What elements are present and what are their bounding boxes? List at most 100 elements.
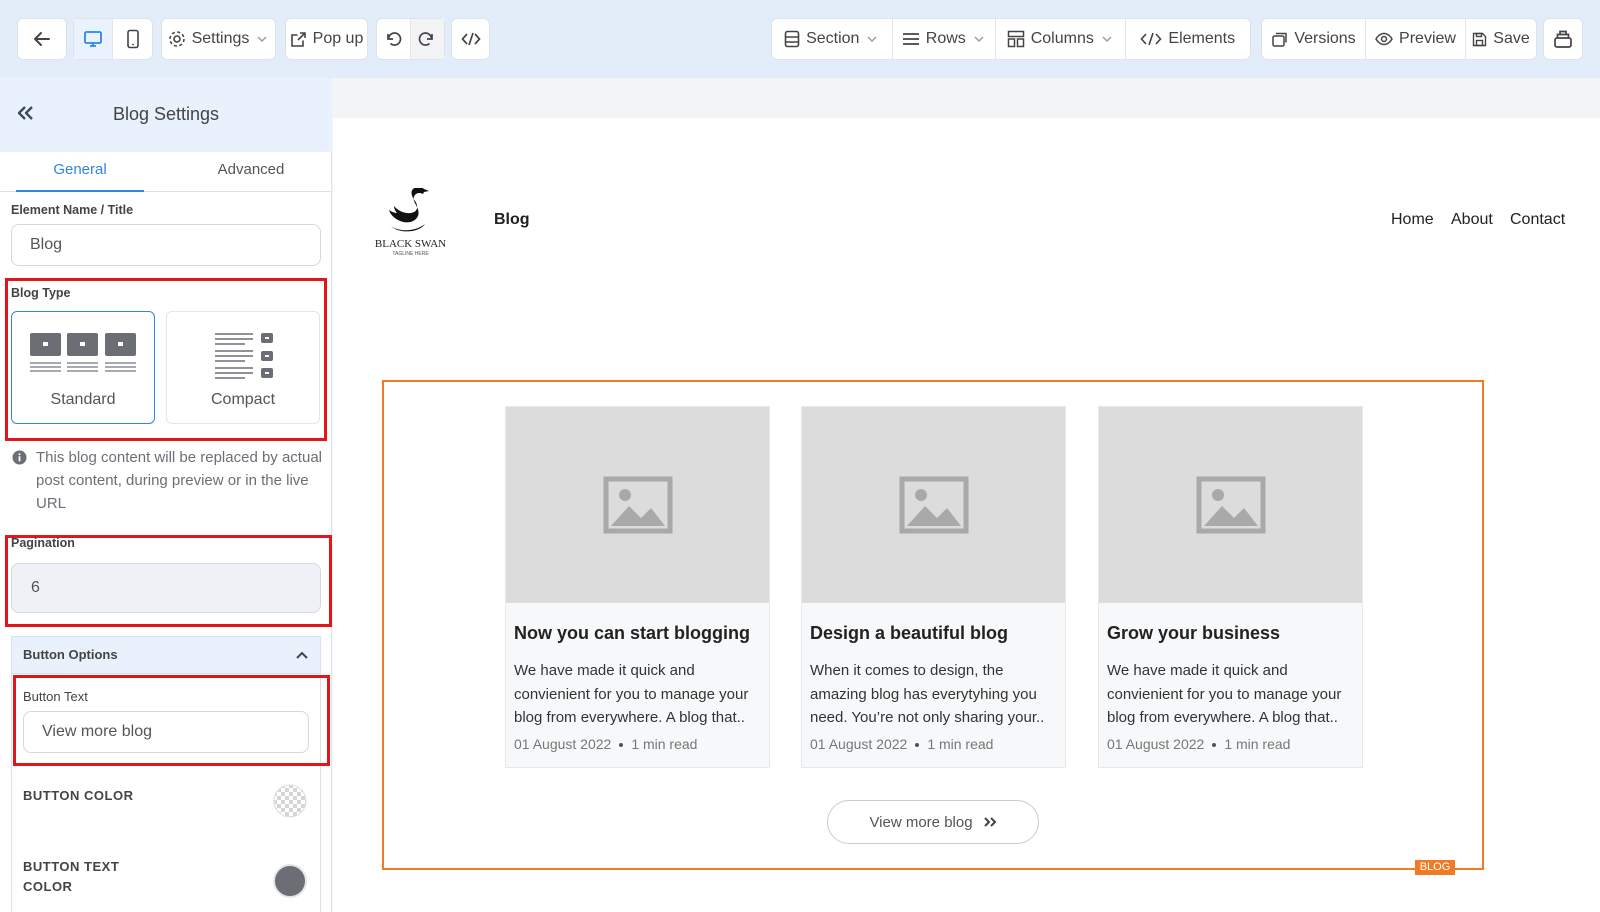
site-logo[interactable]: BLACK SWAN TAGLINE HERE bbox=[373, 188, 448, 258]
blog-type-label: Blog Type bbox=[11, 286, 71, 300]
page-canvas: BLACK SWAN TAGLINE HERE Blog Home About … bbox=[333, 78, 1600, 912]
eye-icon bbox=[1375, 32, 1393, 46]
chevron-up-icon bbox=[296, 651, 308, 659]
publish-button[interactable] bbox=[1543, 18, 1583, 60]
info-icon bbox=[12, 450, 27, 465]
post-excerpt: When it comes to design, the amazing blo… bbox=[810, 662, 1045, 726]
button-options-header[interactable]: Button Options bbox=[11, 636, 321, 674]
versions-icon bbox=[1272, 32, 1288, 47]
site-title: Blog bbox=[494, 211, 530, 228]
desktop-view-button[interactable] bbox=[74, 19, 114, 59]
undo-icon bbox=[387, 32, 402, 46]
structure-group: Section Rows Columns Elements bbox=[771, 18, 1251, 60]
blog-card[interactable]: Design a beautiful blog When it comes to… bbox=[801, 406, 1066, 768]
versions-label: Versions bbox=[1294, 30, 1356, 47]
code-icon bbox=[1140, 32, 1162, 46]
top-toolbar: Settings Pop up Section Rows Columns Ele… bbox=[0, 0, 1600, 78]
view-more-label: View more blog bbox=[869, 813, 973, 831]
stack-icon bbox=[1554, 30, 1572, 48]
blog-card[interactable]: Grow your business We have made it quick… bbox=[1098, 406, 1363, 768]
double-chevron-right-icon bbox=[983, 817, 996, 827]
post-excerpt: We have made it quick and convienient fo… bbox=[1107, 662, 1342, 726]
nav-contact[interactable]: Contact bbox=[1510, 211, 1565, 229]
rows-label: Rows bbox=[925, 30, 966, 47]
columns-label: Columns bbox=[1030, 30, 1094, 47]
logo-tagline: TAGLINE HERE bbox=[392, 251, 429, 257]
versions-button[interactable]: Versions bbox=[1262, 19, 1366, 59]
element-name-label: Element Name / Title bbox=[11, 203, 134, 217]
preview-button[interactable]: Preview bbox=[1366, 19, 1466, 59]
post-meta: 01 August 2022 1 min read bbox=[810, 736, 993, 752]
button-color-label: BUTTON COLOR bbox=[23, 788, 134, 803]
back-button[interactable] bbox=[17, 18, 67, 60]
blog-card[interactable]: Now you can start blogging We have made … bbox=[505, 406, 770, 768]
blog-type-compact[interactable]: Compact bbox=[166, 311, 320, 424]
blog-element-badge: BLOG bbox=[1415, 860, 1455, 875]
section-icon bbox=[784, 30, 800, 48]
view-more-blog-button[interactable]: View more blog bbox=[827, 800, 1039, 844]
rows-button[interactable]: Rows bbox=[893, 19, 997, 59]
sidebar-title: Blog Settings bbox=[112, 104, 220, 124]
compact-layout-icon bbox=[215, 333, 273, 379]
standard-layout-icon bbox=[30, 333, 136, 372]
settings-label: Settings bbox=[191, 30, 250, 47]
desktop-icon bbox=[84, 31, 102, 47]
blog-type-compact-label: Compact bbox=[210, 391, 276, 408]
publish-group: Versions Preview Save bbox=[1261, 18, 1537, 60]
external-link-icon bbox=[290, 31, 306, 47]
code-icon bbox=[460, 32, 481, 46]
blog-type-standard[interactable]: Standard bbox=[11, 311, 155, 424]
info-text: This blog content will be replaced by ac… bbox=[36, 449, 322, 512]
chevron-down-icon bbox=[257, 36, 267, 42]
separator-dot bbox=[1212, 743, 1217, 748]
columns-button[interactable]: Columns bbox=[996, 19, 1126, 59]
section-label: Section bbox=[806, 30, 860, 47]
button-text-color-label: BUTTON TEXT COLOR bbox=[23, 859, 120, 894]
button-text-label: Button Text bbox=[23, 689, 88, 704]
nav-home[interactable]: Home bbox=[1391, 211, 1434, 229]
chevron-down-icon bbox=[1102, 36, 1112, 42]
image-icon bbox=[603, 476, 672, 534]
redo-icon bbox=[418, 32, 434, 46]
button-text-color-swatch[interactable] bbox=[273, 864, 307, 898]
image-icon bbox=[1196, 476, 1265, 534]
image-icon bbox=[899, 476, 968, 534]
post-read-time: 1 min read bbox=[631, 736, 698, 752]
tab-advanced[interactable]: Advanced bbox=[187, 152, 315, 192]
post-meta: 01 August 2022 1 min read bbox=[514, 736, 697, 752]
post-title: Grow your business bbox=[1107, 623, 1281, 643]
post-image-placeholder bbox=[802, 407, 1065, 603]
element-name-input[interactable]: Blog bbox=[11, 224, 321, 266]
separator-dot bbox=[619, 743, 624, 748]
post-read-time: 1 min read bbox=[927, 736, 994, 752]
sidebar-header: Blog Settings bbox=[0, 78, 332, 152]
popup-button[interactable]: Pop up bbox=[285, 18, 368, 60]
pagination-label: Pagination bbox=[11, 536, 75, 550]
elements-label: Elements bbox=[1168, 30, 1236, 47]
save-button[interactable]: Save bbox=[1466, 19, 1536, 59]
separator-dot bbox=[915, 743, 920, 748]
post-image-placeholder bbox=[1099, 407, 1362, 603]
section-button[interactable]: Section bbox=[772, 19, 893, 59]
settings-button[interactable]: Settings bbox=[161, 18, 276, 60]
mobile-view-button[interactable] bbox=[113, 19, 152, 59]
tab-general[interactable]: General bbox=[16, 152, 144, 192]
mobile-icon bbox=[126, 29, 139, 49]
pagination-input[interactable]: 6 bbox=[11, 563, 321, 613]
post-read-time: 1 min read bbox=[1224, 736, 1291, 752]
save-label: Save bbox=[1493, 30, 1530, 47]
post-date: 01 August 2022 bbox=[810, 736, 908, 752]
button-options-label: Button Options bbox=[23, 647, 118, 662]
nav-about[interactable]: About bbox=[1451, 211, 1493, 229]
post-date: 01 August 2022 bbox=[514, 736, 612, 752]
button-text-input[interactable]: View more blog bbox=[23, 711, 309, 753]
swan-icon bbox=[389, 188, 429, 232]
settings-tabs: General Advanced bbox=[0, 152, 332, 192]
redo-button[interactable] bbox=[410, 19, 444, 59]
code-button[interactable] bbox=[451, 18, 490, 60]
post-date: 01 August 2022 bbox=[1107, 736, 1205, 752]
button-color-swatch[interactable] bbox=[273, 784, 307, 818]
elements-button[interactable]: Elements bbox=[1126, 19, 1250, 59]
undo-button[interactable] bbox=[377, 19, 411, 59]
post-title: Now you can start blogging bbox=[514, 623, 751, 643]
